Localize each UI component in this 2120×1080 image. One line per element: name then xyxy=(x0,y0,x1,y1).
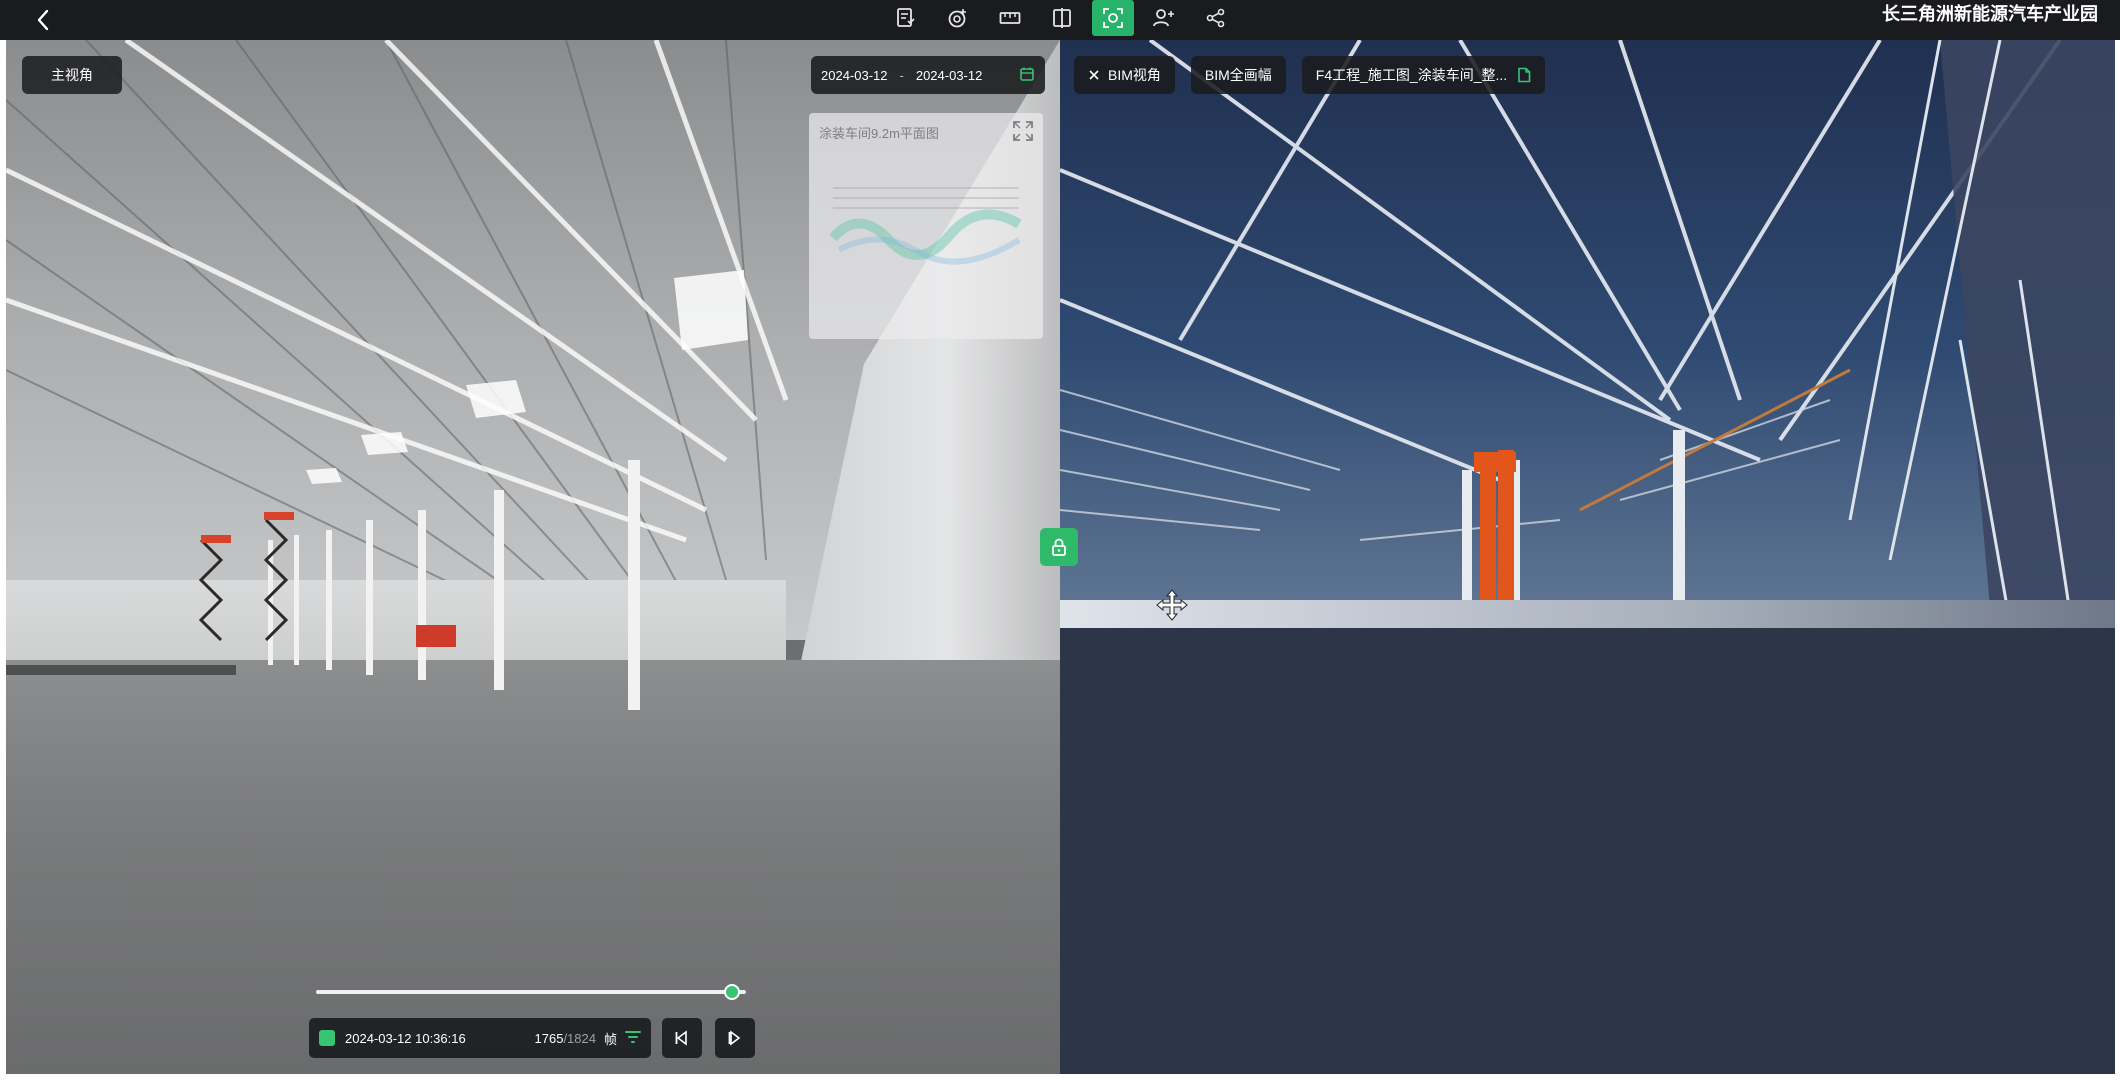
bim-model-view[interactable]: BIM视角 BIM全画幅 F4工程_施工图_涂装车间_整... xyxy=(1060,40,2115,1074)
sync-lock-button[interactable] xyxy=(1040,528,1078,566)
next-frame-button[interactable] xyxy=(715,1018,755,1058)
bim-floor xyxy=(1060,628,2115,1074)
site-photo-view[interactable]: 主视角 2024-03-12 - 2024-03-12 涂装车间9.2m平面图 xyxy=(6,40,1060,1074)
frame-status-indicator xyxy=(319,1030,335,1046)
frame-unit: 帧 xyxy=(603,1031,617,1047)
bim-full-frame-button[interactable]: BIM全画幅 xyxy=(1190,56,1286,94)
ruler-icon xyxy=(999,12,1021,24)
scan-view-icon xyxy=(1103,8,1123,28)
filter-button[interactable] xyxy=(625,1030,641,1047)
step-back-icon xyxy=(675,1030,687,1046)
floor-plan-minimap[interactable]: 涂装车间9.2m平面图 xyxy=(809,113,1043,339)
date-end: 2024-03-12 xyxy=(915,67,983,83)
report-icon xyxy=(897,8,915,27)
measure-tool-button[interactable] xyxy=(984,0,1036,36)
calendar-icon xyxy=(1019,66,1035,85)
compare-tool-button[interactable] xyxy=(1036,0,1088,36)
frame-total: /1824 xyxy=(563,1030,596,1046)
step-forward-icon xyxy=(728,1030,741,1046)
model-file-selector[interactable]: F4工程_施工图_涂装车间_整... xyxy=(1301,56,1546,94)
date-start: 2024-03-12 xyxy=(821,67,888,83)
close-icon xyxy=(1089,70,1099,80)
frame-counter: 1765/1824 xyxy=(535,1031,596,1046)
target-tool-button[interactable] xyxy=(932,0,984,36)
frame-current: 1765 xyxy=(534,1030,564,1046)
move-cursor-icon xyxy=(1156,589,1188,621)
share-tool-button[interactable] xyxy=(1190,0,1242,36)
scan-view-tool-button[interactable] xyxy=(1092,0,1134,36)
lock-icon xyxy=(1052,538,1066,556)
bim-view-label: BIM视角 xyxy=(1108,67,1161,83)
back-button[interactable] xyxy=(28,0,58,40)
report-tool-button[interactable] xyxy=(880,0,932,36)
expand-icon xyxy=(1013,121,1033,141)
project-title: 长三角洲新能源汽车产业园 xyxy=(1882,4,2098,24)
user-add-icon xyxy=(1153,9,1174,27)
expand-minimap-button[interactable] xyxy=(1011,119,1035,143)
split-compare-icon xyxy=(1053,8,1071,28)
floor-plan-drawing xyxy=(829,187,1022,265)
share-icon xyxy=(1206,8,1225,28)
app-window: 长三角洲新能源汽车产业园 主视角 2024-03-12 - 2024-03-12… xyxy=(0,0,2120,1080)
tool-group xyxy=(880,0,1242,40)
minimap-title: 涂装车间9.2m平面图 xyxy=(819,126,939,141)
document-icon xyxy=(1517,67,1531,83)
timeline-slider[interactable] xyxy=(316,990,746,994)
target-add-icon xyxy=(948,9,966,28)
add-member-tool-button[interactable] xyxy=(1138,0,1190,36)
bim-view-chip[interactable]: BIM视角 xyxy=(1074,56,1175,94)
filter-icon xyxy=(625,1030,641,1043)
previous-frame-button[interactable] xyxy=(662,1018,702,1058)
date-separator: - xyxy=(899,67,904,83)
model-file-label: F4工程_施工图_涂装车间_整... xyxy=(1315,67,1508,83)
top-toolbar: 长三角洲新能源汽车产业园 xyxy=(0,0,2120,40)
frame-info-bar: 2024-03-12 10:36:16 1765/1824 帧 xyxy=(309,1018,651,1058)
frame-timestamp: 2024-03-12 10:36:16 xyxy=(345,1030,466,1046)
chevron-left-icon xyxy=(37,9,49,31)
close-bim-view-button[interactable] xyxy=(1088,69,1100,81)
date-range-picker[interactable]: 2024-03-12 - 2024-03-12 xyxy=(811,56,1045,94)
main-view-label[interactable]: 主视角 xyxy=(22,56,122,94)
bim-toolbar: BIM视角 BIM全画幅 F4工程_施工图_涂装车间_整... xyxy=(1074,56,1546,94)
